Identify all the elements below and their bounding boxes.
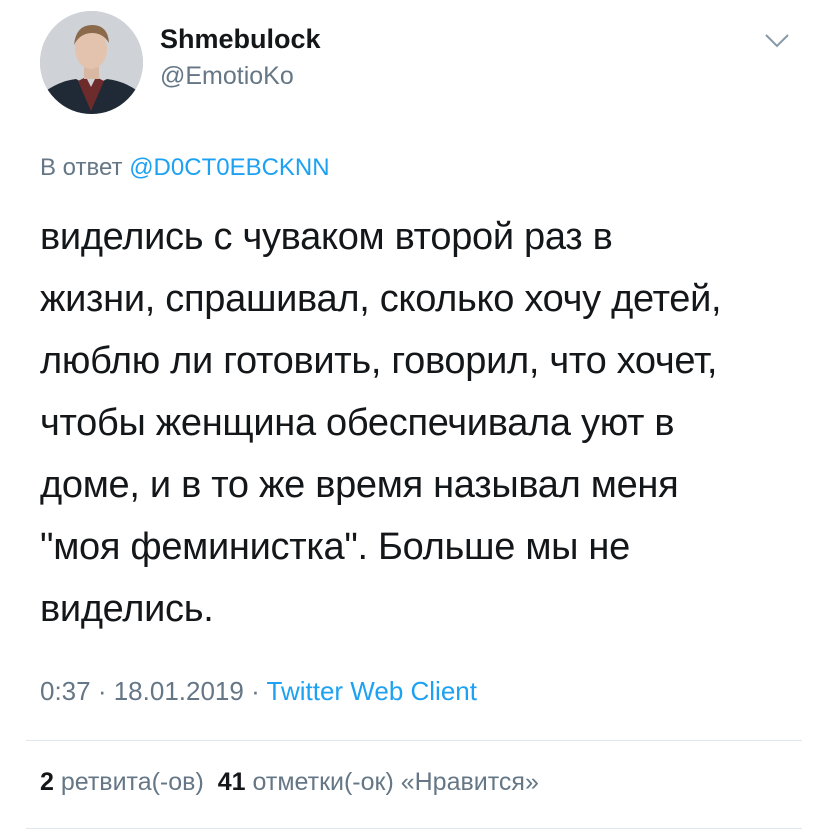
reply-context: В ответ @D0CT0EBCKNN [40,154,330,182]
tweet-text-line: виделись. [40,588,214,630]
likes-label: отметки(-ок) «Нравится» [252,768,539,796]
tweet-stats: 2 ретвита(-ов) 41 отметки(-ок) «Нравится» [40,768,539,797]
likes-stat[interactable]: 41 отметки(-ок) «Нравится» [218,768,539,796]
retweets-stat[interactable]: 2 ретвита(-ов) [40,768,204,796]
divider [26,740,802,741]
chevron-down-icon[interactable] [764,32,790,50]
reply-prefix: В ответ [40,154,123,181]
tweet-text-line: жизни, спрашивал, сколько хочу детей, [40,278,722,320]
author-handle[interactable]: @EmotioKo [160,62,294,91]
retweets-count: 2 [40,768,54,796]
tweet-text-line: чтобы женщина обеспечивала уют в [40,402,675,444]
tweet-time[interactable]: 0:37 [40,676,91,706]
tweet-text-line: доме, и в то же время называл меня [40,464,679,506]
divider [26,828,802,829]
tweet-metadata: 0:37 · 18.01.2019 · Twitter Web Client [40,676,477,707]
avatar[interactable] [40,11,143,114]
meta-separator: · [90,676,114,706]
retweets-label: ретвита(-ов) [60,768,204,796]
reply-mention-link[interactable]: @D0CT0EBCKNN [129,154,329,181]
tweet-date[interactable]: 18.01.2019 [114,676,244,706]
user-avatar-image [40,11,143,114]
meta-separator: · [243,676,267,706]
tweet-text: виделись с чуваком второй раз в жизни, с… [40,206,800,640]
author-display-name[interactable]: Shmebulock [160,24,321,55]
tweet-text-line: люблю ли готовить, говорил, что хочет, [40,340,718,382]
likes-count: 41 [217,768,246,796]
tweet-text-line: виделись с чуваком второй раз в [40,216,613,258]
tweet-source-link[interactable]: Twitter Web Client [267,676,477,706]
tweet-text-line: "моя феминистка". Больше мы не [40,526,630,568]
